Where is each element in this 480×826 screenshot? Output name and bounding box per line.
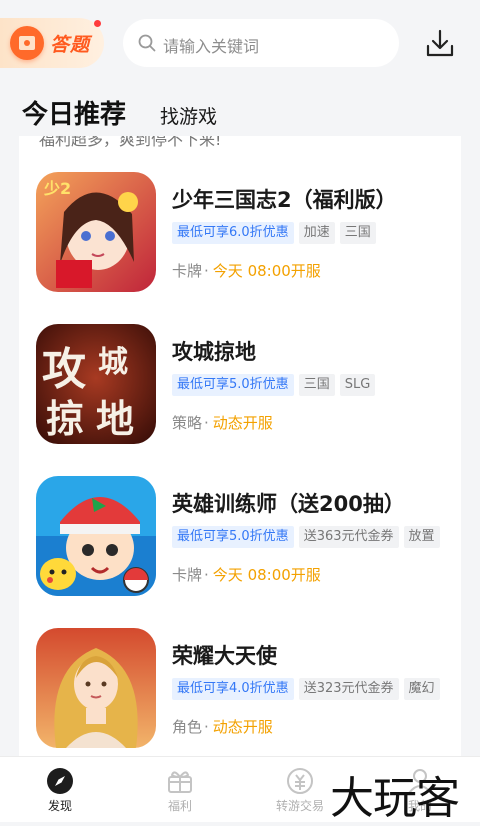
- discount-tag: 最低可享4.0折优惠: [172, 678, 294, 700]
- game-item[interactable]: 荣耀大天使 最低可享4.0折优惠 送323元代金券 魔幻 角色 · 动态开服: [36, 628, 456, 750]
- game-meta: 卡牌 · 今天 08:00开服: [172, 566, 321, 584]
- game-meta: 角色 · 动态开服: [172, 718, 273, 736]
- game-genre: 策略: [172, 414, 203, 432]
- game-tag: 加速: [298, 222, 335, 244]
- tag-list: 最低可享5.0折优惠 送363元代金券 放置: [172, 525, 445, 548]
- nav-welfare[interactable]: 福利: [132, 757, 228, 822]
- tag-list: 最低可享6.0折优惠 加速 三国: [172, 221, 381, 244]
- quiz-envelope-icon: [10, 26, 44, 60]
- game-tag: 三国: [298, 374, 335, 396]
- game-tag: SLG: [339, 374, 376, 396]
- game-icon-yingxiong: [36, 476, 156, 596]
- game-item[interactable]: 攻 城 掠 地 攻城掠地 最低可享5.0折优惠 三国 SLG 策略 · 动态开服: [36, 324, 456, 446]
- game-title: 英雄训练师（送200抽）: [172, 492, 405, 516]
- game-title: 少年三国志2（福利版）: [172, 188, 397, 212]
- server-open-time: 动态开服: [212, 414, 273, 432]
- discount-tag: 最低可享5.0折优惠: [172, 374, 294, 396]
- tag-list: 最低可享5.0折优惠 三国 SLG: [172, 373, 380, 396]
- game-genre: 卡牌: [172, 566, 203, 584]
- search-input[interactable]: 请输入关键词: [123, 19, 399, 67]
- game-genre: 卡牌: [172, 262, 203, 280]
- server-open-time: 今天 08:00开服: [212, 262, 321, 280]
- compass-icon: [47, 768, 73, 794]
- tag-list: 最低可享4.0折优惠 送323元代金券 魔幻: [172, 677, 445, 700]
- exchange-icon: [287, 768, 313, 794]
- search-placeholder: 请输入关键词: [163, 37, 260, 56]
- discount-tag: 最低可享5.0折优惠: [172, 526, 294, 548]
- game-meta: 卡牌 · 今天 08:00开服: [172, 262, 321, 280]
- tab-recommend[interactable]: 今日推荐: [22, 94, 126, 131]
- nav-discover[interactable]: 发现: [12, 757, 108, 822]
- server-open-time: 今天 08:00开服: [212, 566, 321, 584]
- server-open-time: 动态开服: [212, 718, 273, 736]
- game-icon-rongyao: [36, 628, 156, 748]
- game-genre: 角色: [172, 718, 203, 736]
- svg-text:城: 城: [98, 345, 128, 380]
- watermark-logo: 大玩客: [330, 773, 460, 824]
- game-item[interactable]: 少2 少年三国志2（福利版） 最低可享6.0折优惠 加速 三国 卡牌 · 今天 08:0…: [36, 172, 456, 294]
- quiz-label: 答题: [50, 34, 91, 56]
- game-tag: 送363元代金券: [298, 526, 399, 548]
- game-item[interactable]: 英雄训练师（送200抽） 最低可享5.0折优惠 送363元代金券 放置 卡牌 · 今天 …: [36, 476, 456, 598]
- svg-text:少2: 少2: [43, 179, 71, 198]
- search-icon: [138, 34, 156, 52]
- quiz-button[interactable]: 答题: [0, 18, 104, 68]
- svg-text:地: 地: [96, 396, 134, 441]
- game-tag: 送323元代金券: [298, 678, 399, 700]
- game-list: 福利超多，爽到停不下来! 少2 少年三国志2（福利版） 最低可享6.0折优惠 加…: [19, 136, 461, 756]
- svg-text:掠: 掠: [46, 396, 84, 441]
- banner-caption: 福利超多，爽到停不下来!: [39, 136, 222, 149]
- svg-text:攻: 攻: [42, 344, 86, 395]
- game-title: 攻城掠地: [172, 340, 256, 364]
- discount-tag: 最低可享6.0折优惠: [172, 222, 294, 244]
- game-icon-shaonian: 少2: [36, 172, 156, 292]
- game-tag: 三国: [339, 222, 376, 244]
- tab-find-games[interactable]: 找游戏: [160, 102, 217, 129]
- game-tag: 放置: [403, 526, 440, 548]
- game-title: 荣耀大天使: [172, 644, 277, 668]
- game-meta: 策略 · 动态开服: [172, 414, 273, 432]
- notification-dot: [94, 20, 101, 27]
- download-icon[interactable]: [425, 28, 455, 58]
- nav-label: 发现: [47, 799, 72, 813]
- game-tag: 魔幻: [403, 678, 440, 700]
- game-icon-gongcheng: 攻 城 掠 地: [36, 324, 156, 444]
- nav-label: 福利: [167, 799, 192, 813]
- top-header: 答题 请输入关键词: [0, 0, 480, 88]
- gift-icon: [168, 771, 192, 793]
